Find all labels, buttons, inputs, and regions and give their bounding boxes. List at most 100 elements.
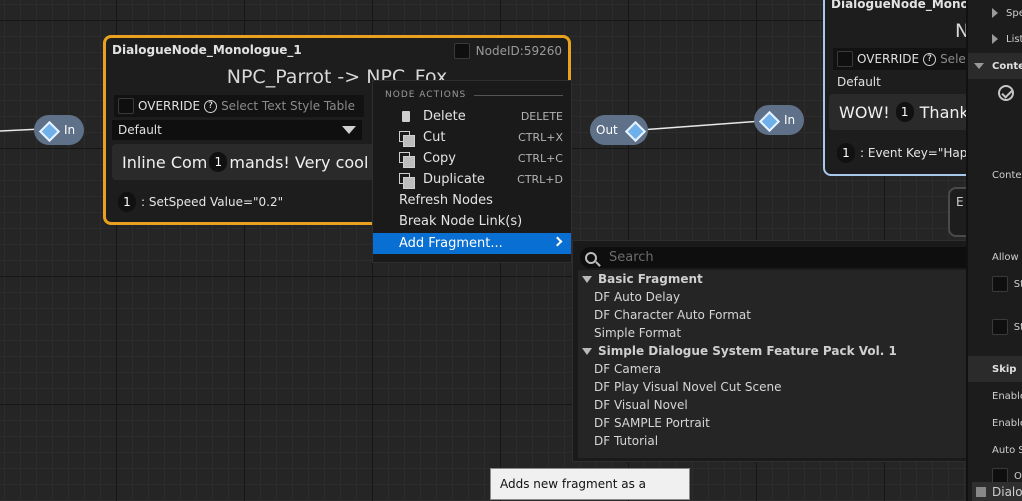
checkbox[interactable] (992, 276, 1008, 292)
check-circle-icon[interactable] (998, 85, 1014, 101)
override-row: OVERRIDE ? Select Text Style Table (114, 95, 364, 117)
menu-item-shortcut: CTRL+C (517, 152, 563, 165)
expand-arrow-icon (582, 347, 592, 355)
category-basic-fragment[interactable]: Basic Fragment (578, 270, 703, 288)
menu-item-label: Copy (423, 151, 456, 166)
section-label: NODE ACTIONS (385, 90, 467, 100)
event-line: 1 : SetSpeed Value="0.2" (116, 192, 283, 212)
pin-arrow-icon (760, 112, 776, 128)
details-row: Enable (968, 410, 1022, 436)
pin-label: In (784, 113, 796, 127)
style-dropdown-value: Default (837, 75, 881, 89)
help-icon: ? (204, 99, 218, 113)
menu-item-cut[interactable]: Cut CTRL+X (373, 127, 571, 148)
dialogue-text-part: Inline Com (122, 152, 208, 172)
fragment-item[interactable]: DF Visual Novel (594, 396, 688, 414)
menu-item-label: Refresh Nodes (399, 193, 493, 208)
dialogue-node-monologue-2[interactable]: DialogueNode_Monologue N OVERRIDE ? Sele… (823, 0, 983, 176)
details-section[interactable]: Contex (968, 53, 1022, 79)
node-title: DialogueNode_Monologue (831, 0, 981, 11)
row-label: Enable (992, 417, 1022, 429)
event-badge: 1 (837, 143, 855, 163)
context-menu-section-header: NODE ACTIONS (385, 90, 563, 100)
details-row: Allow C (968, 244, 1022, 270)
node-actions-context-menu: NODE ACTIONS Delete DELETE Cut CTRL+X Co… (372, 80, 572, 263)
fragment-item[interactable]: DF Auto Delay (594, 288, 680, 306)
details-panel: Spe List Contex Contex Allow C St St Ski… (966, 0, 1022, 501)
fragment-item[interactable]: DF Tutorial (594, 432, 658, 450)
tooltip: Adds new fragment as a subnode (490, 468, 690, 500)
inline-command-badge: 1 (895, 102, 914, 122)
category-label: Simple Dialogue System Feature Pack Vol.… (598, 344, 897, 358)
details-row[interactable]: List (968, 26, 1022, 52)
chevron-down-icon (342, 126, 356, 134)
menu-item-shortcut: DELETE (520, 110, 563, 123)
menu-item-label: Break Node Link(s) (399, 214, 523, 229)
fragment-item[interactable]: Simple Format (594, 324, 681, 342)
category-label: Basic Fragment (598, 272, 703, 286)
menu-item-break-node-links[interactable]: Break Node Link(s) (373, 211, 571, 232)
copy-icon (399, 151, 415, 168)
pin-arrow-icon (40, 122, 56, 138)
chevron-right-icon (552, 236, 563, 247)
row-label: Auto S (992, 444, 1022, 456)
override-row: OVERRIDE ? Sele (833, 48, 981, 70)
search-icon (585, 251, 597, 264)
cut-icon (399, 130, 415, 147)
menu-item-duplicate[interactable]: Duplicate CTRL+D (373, 169, 571, 190)
dialogue-text-box[interactable]: WOW! 1 Thank (829, 94, 979, 130)
node-id-label: NodeID:59260 (475, 44, 562, 58)
node-checkbox[interactable] (453, 43, 470, 59)
node1-output-pin[interactable]: Out (590, 115, 648, 145)
duplicate-icon (399, 172, 415, 189)
menu-item-add-fragment[interactable]: Add Fragment... (373, 233, 571, 254)
menu-item-copy[interactable]: Copy CTRL+C (373, 148, 571, 169)
node-id-group: NodeID:59260 (453, 43, 562, 59)
text-style-selector[interactable]: Sele (940, 52, 966, 66)
menu-item-delete[interactable]: Delete DELETE (373, 106, 571, 127)
details-row: St (968, 314, 1022, 340)
menu-item-label: Cut (423, 130, 446, 145)
override-checkbox[interactable] (118, 98, 134, 114)
node2-input-pin[interactable]: In (754, 105, 804, 135)
pin-diamond-icon (626, 122, 642, 138)
node-title: DialogueNode_Monologue_1 (112, 43, 302, 57)
search-input[interactable] (609, 250, 969, 265)
checkbox[interactable] (992, 319, 1008, 335)
tab-icon (976, 486, 986, 497)
help-icon: ? (923, 52, 937, 66)
expand-arrow-icon (992, 8, 998, 18)
override-checkbox[interactable] (837, 51, 853, 67)
details-row: St (968, 271, 1022, 297)
inline-command-badge: 1 (209, 152, 228, 172)
style-dropdown[interactable]: Default (112, 120, 362, 140)
row-label: St (1013, 321, 1022, 333)
fragment-item[interactable]: DF Camera (594, 360, 661, 378)
dialogue-tab[interactable]: Dialo (972, 482, 1022, 501)
row-label: Spe (1006, 7, 1022, 19)
override-label: OVERRIDE (138, 99, 201, 113)
category-simple-dialogue-feature-pack[interactable]: Simple Dialogue System Feature Pack Vol.… (578, 342, 897, 360)
details-section[interactable]: Skip (968, 356, 1022, 382)
row-label: Allow C (992, 251, 1022, 263)
event-text: : SetSpeed Value="0.2" (141, 195, 284, 209)
menu-item-label: Add Fragment... (399, 236, 503, 251)
details-row: Auto S (968, 437, 1022, 463)
fragment-tree: Basic Fragment DF Auto Delay DF Characte… (578, 270, 978, 458)
menu-item-label: Duplicate (423, 172, 485, 187)
fragment-item[interactable]: DF SAMPLE Portrait (594, 414, 710, 432)
fragment-item[interactable]: DF Play Visual Novel Cut Scene (594, 378, 781, 396)
details-row[interactable]: Spe (968, 0, 1022, 26)
dialogue-text-part: WOW! (839, 102, 890, 122)
fragment-item[interactable]: DF Character Auto Format (594, 306, 751, 324)
row-label: List (1006, 33, 1022, 45)
expand-arrow-icon (582, 275, 592, 283)
details-row: Contex (968, 162, 1022, 188)
override-label: OVERRIDE (857, 52, 920, 66)
row-label: O (1014, 470, 1022, 482)
menu-item-label: Delete (423, 109, 466, 124)
node1-input-pin[interactable]: In (34, 115, 84, 145)
menu-item-refresh-nodes[interactable]: Refresh Nodes (373, 190, 571, 211)
text-style-selector[interactable]: Select Text Style Table (221, 99, 355, 113)
style-dropdown[interactable]: Default (831, 72, 981, 92)
